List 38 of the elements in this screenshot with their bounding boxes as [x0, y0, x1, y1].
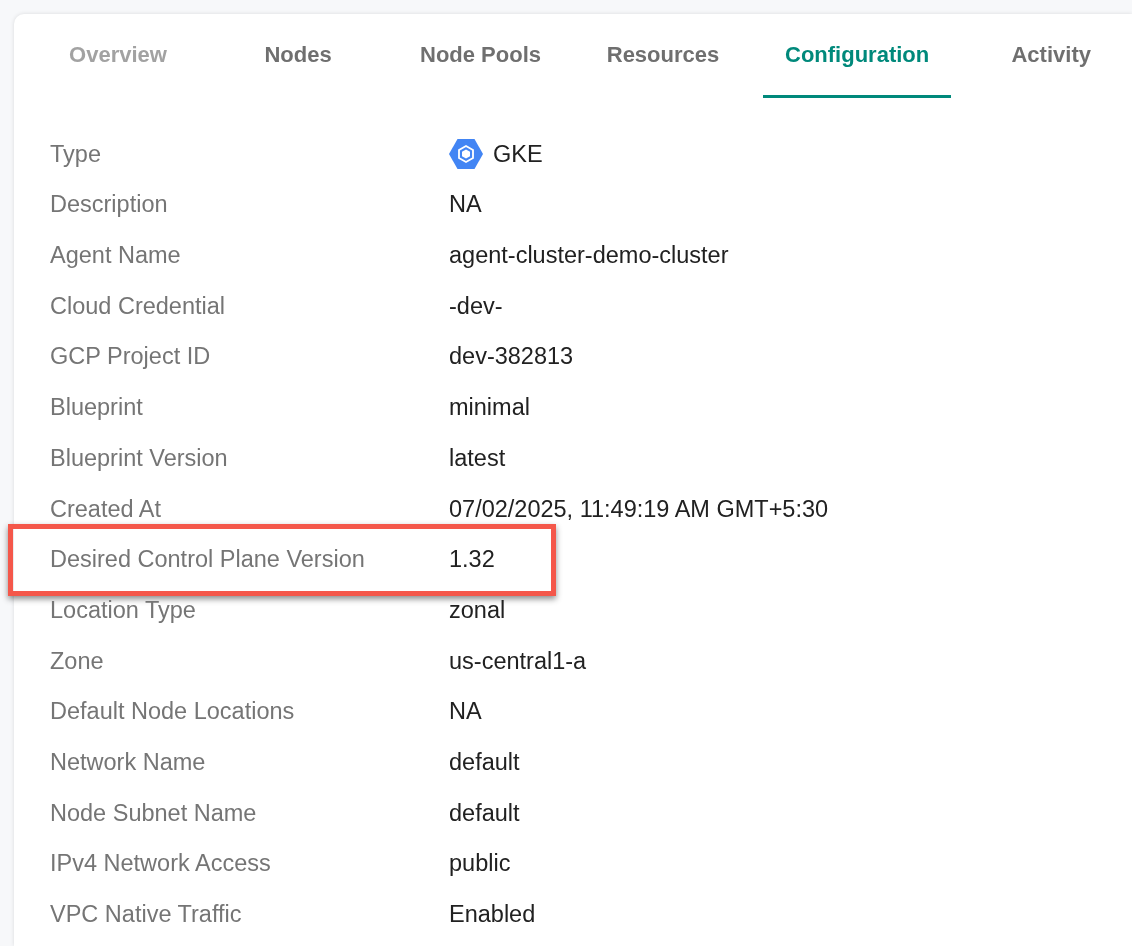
tab[interactable]: Nodes [218, 14, 378, 98]
field-value: 1.32 [449, 545, 495, 575]
tab[interactable]: Node Pools [398, 14, 563, 98]
field-label: Agent Name [50, 241, 182, 271]
field-label: Zone [50, 646, 105, 676]
field-value: NA [449, 190, 482, 220]
field-value: public [449, 849, 511, 879]
field-label: Network Name [50, 747, 207, 777]
field-label: IPv4 Network Access [50, 849, 272, 879]
field-value: -dev- [449, 291, 503, 321]
field-label: Type [50, 139, 102, 169]
field-label: Desired Control Plane Version [50, 545, 366, 575]
field-value: Enabled [449, 900, 536, 930]
field-value: default [449, 798, 520, 828]
field-label: Location Type [50, 595, 197, 625]
field-label: GCP Project ID [50, 342, 212, 372]
field-value: us-central1-a [449, 646, 587, 676]
field-label: Node Subnet Name [50, 798, 258, 828]
field-value: latest [449, 443, 506, 473]
tab[interactable]: Resources [583, 14, 743, 98]
field-label: Blueprint Version [50, 443, 229, 473]
field-label: Blueprint [50, 393, 144, 423]
hexagon-icon [449, 138, 483, 171]
field-value: dev-382813 [449, 342, 574, 372]
field-value: agent-cluster-demo-cluster [449, 241, 729, 271]
tab[interactable]: Activity [971, 14, 1132, 98]
field-label: Description [50, 190, 169, 220]
tab[interactable]: Configuration [763, 14, 952, 98]
field-value: 07/02/2025, 11:49:19 AM GMT+5:30 [449, 494, 829, 524]
field-label: Default Node Locations [50, 697, 296, 727]
field-value: minimal [449, 393, 530, 423]
field-label: Created At [50, 494, 163, 524]
field-label: Cloud Credential [50, 291, 227, 321]
field-value: NA [449, 697, 482, 727]
field-value: default [449, 747, 520, 777]
field-value: zonal [449, 595, 506, 625]
field-label: VPC Native Traffic [50, 900, 243, 930]
field-value: GKE [493, 139, 543, 169]
